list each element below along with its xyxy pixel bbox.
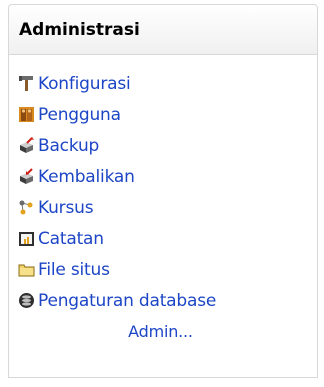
block-title: Administrasi: [19, 19, 140, 40]
menu-item-kursus[interactable]: Kursus: [18, 192, 317, 223]
menu-item-konfigurasi[interactable]: Konfigurasi: [18, 68, 317, 99]
menu-item-label[interactable]: Backup: [38, 136, 99, 156]
admin-block: Administrasi Konfigurasi Pengguna Backup…: [8, 4, 318, 378]
report-icon: [18, 230, 35, 247]
database-icon: [18, 292, 35, 309]
folder-icon: [18, 261, 35, 278]
course-icon: [18, 199, 35, 216]
menu-item-file-situs[interactable]: File situs: [18, 254, 317, 285]
menu-item-backup[interactable]: Backup: [18, 130, 317, 161]
block-header: Administrasi: [9, 5, 317, 55]
admin-more-link-row: Admin...: [18, 316, 317, 346]
menu-item-pengguna[interactable]: Pengguna: [18, 99, 317, 130]
admin-more-link[interactable]: Admin...: [128, 322, 193, 341]
menu-item-label[interactable]: Konfigurasi: [38, 74, 131, 94]
admin-menu: Konfigurasi Pengguna Backup Kembalikan K…: [9, 55, 317, 346]
menu-item-label[interactable]: Kursus: [38, 198, 94, 218]
menu-item-kembalikan[interactable]: Kembalikan: [18, 161, 317, 192]
restore-icon: [18, 168, 35, 185]
menu-item-pengaturan-database[interactable]: Pengaturan database: [18, 285, 317, 316]
menu-item-label[interactable]: Catatan: [38, 229, 104, 249]
menu-item-label[interactable]: File situs: [38, 260, 110, 280]
hammer-icon: [18, 75, 35, 92]
menu-item-catatan[interactable]: Catatan: [18, 223, 317, 254]
backup-icon: [18, 137, 35, 154]
menu-item-label[interactable]: Pengguna: [38, 105, 121, 125]
menu-item-label[interactable]: Pengaturan database: [38, 291, 216, 311]
menu-item-label[interactable]: Kembalikan: [38, 167, 135, 187]
users-icon: [18, 106, 35, 123]
